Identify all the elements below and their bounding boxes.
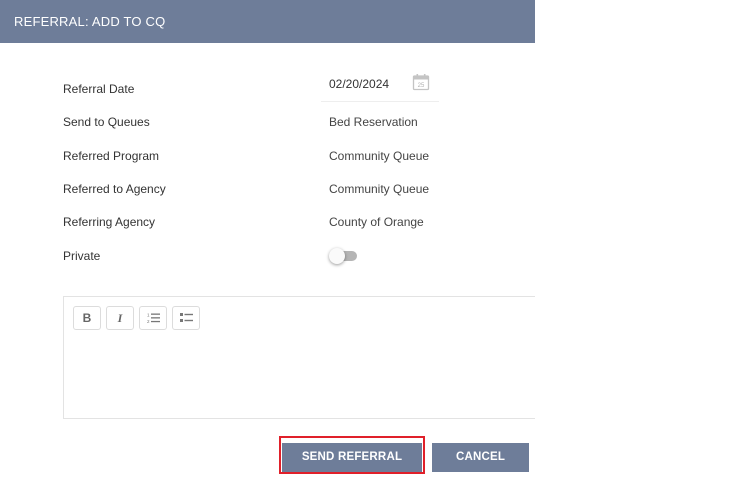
referred-to-agency-label: Referred to Agency <box>63 182 166 196</box>
bold-button[interactable]: B <box>73 306 101 330</box>
referred-to-agency-row: Referred to Agency Community Queue <box>63 178 483 200</box>
referral-modal: REFERRAL: ADD TO CQ Referral Date 02/20/… <box>0 0 535 477</box>
svg-text:1: 1 <box>147 313 150 318</box>
ordered-list-button[interactable]: 1 2 <box>139 306 167 330</box>
private-toggle-knob <box>329 248 345 264</box>
referring-agency-value: County of Orange <box>329 215 424 229</box>
referring-agency-row: Referring Agency County of Orange <box>63 211 483 233</box>
calendar-icon[interactable]: 25 <box>412 73 430 91</box>
italic-button[interactable]: I <box>106 306 134 330</box>
ordered-list-icon: 1 2 <box>147 313 160 324</box>
calendar-icon-day: 25 <box>418 83 425 89</box>
referring-agency-label: Referring Agency <box>63 215 156 229</box>
referred-program-row: Referred Program Community Queue <box>63 145 483 167</box>
referred-program-value: Community Queue <box>329 149 430 163</box>
referral-date-value: 02/20/2024 <box>329 77 390 91</box>
referred-to-agency-value: Community Queue <box>329 182 430 196</box>
referred-program-label: Referred Program <box>63 149 160 163</box>
referral-date-row: Referral Date 02/20/2024 25 <box>63 74 483 102</box>
send-to-queues-row: Send to Queues Bed Reservation <box>63 111 483 133</box>
svg-text:2: 2 <box>147 319 150 324</box>
cancel-button[interactable]: CANCEL <box>432 443 529 472</box>
unordered-list-button[interactable] <box>172 306 200 330</box>
notes-editor[interactable]: B I 1 2 <box>63 296 535 419</box>
referral-date-label: Referral Date <box>63 82 135 96</box>
send-to-queues-value: Bed Reservation <box>329 115 418 129</box>
private-label: Private <box>63 249 101 263</box>
modal-title: REFERRAL: ADD TO CQ <box>0 0 535 43</box>
send-referral-highlight <box>279 436 425 474</box>
referral-date-input[interactable]: 02/20/2024 25 <box>321 70 439 102</box>
unordered-list-icon <box>180 313 193 322</box>
private-row: Private <box>63 245 483 267</box>
private-toggle[interactable] <box>329 248 359 264</box>
send-to-queues-label: Send to Queues <box>63 115 150 129</box>
